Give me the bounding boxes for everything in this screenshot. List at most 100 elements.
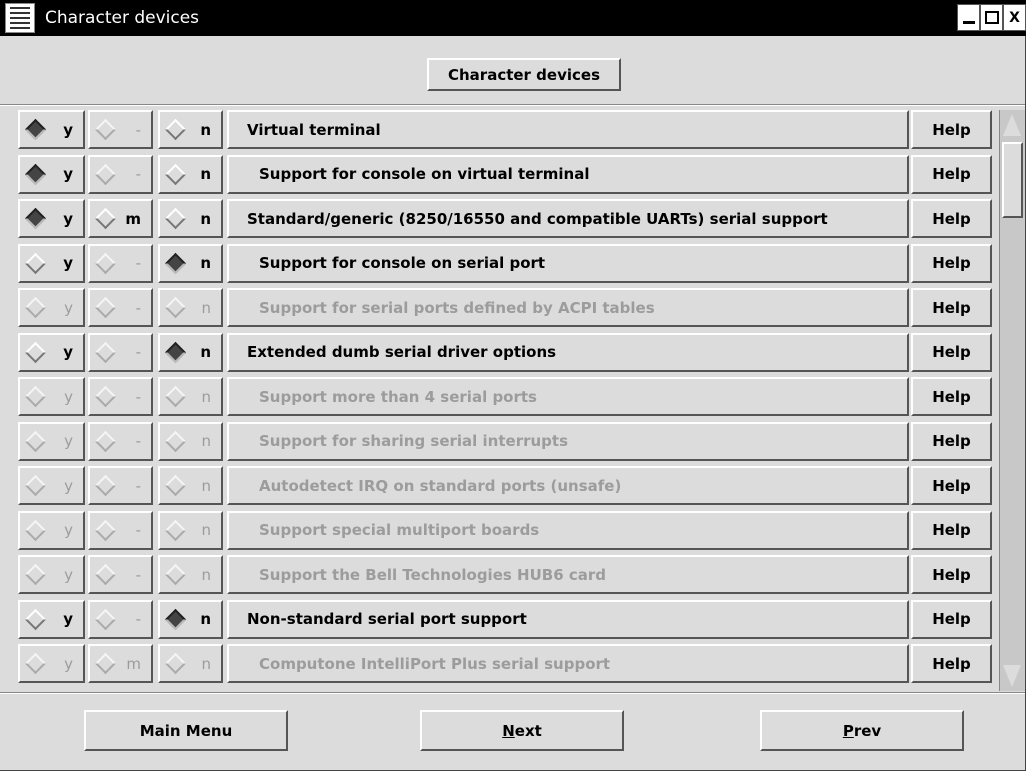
choice-m-content: -	[90, 519, 151, 541]
help-button[interactable]: Help	[911, 332, 992, 372]
help-button[interactable]: Help	[911, 421, 992, 461]
choice-y[interactable]: y	[18, 154, 85, 194]
choice-y[interactable]: y	[18, 599, 85, 639]
choice-m-letter: -	[135, 120, 141, 139]
choice-n[interactable]: n	[158, 599, 223, 639]
choice-m-letter: -	[135, 610, 141, 628]
scroll-down-arrow-icon[interactable]	[1003, 665, 1021, 687]
help-button[interactable]: Help	[911, 599, 992, 639]
radio-diamond-icon	[24, 430, 47, 452]
choice-n[interactable]: n	[158, 199, 223, 238]
radio-diamond-icon	[164, 519, 187, 541]
radio-diamond-icon	[94, 385, 117, 408]
window-controls: X	[957, 4, 1026, 31]
choice-y: y	[18, 555, 85, 594]
choice-n-letter: n	[200, 120, 211, 139]
radio-diamond-icon	[24, 296, 47, 319]
window-menu-icon[interactable]	[5, 3, 35, 33]
choice-m-letter: -	[135, 432, 141, 450]
prev-label-rest: rev	[853, 721, 882, 740]
help-button[interactable]: Help	[911, 466, 992, 505]
close-icon[interactable]: X	[1003, 4, 1026, 31]
option-row: y - n Support special multiport boards Help	[18, 510, 996, 556]
choice-m: -	[88, 510, 153, 550]
help-button[interactable]: Help	[911, 644, 992, 683]
choice-m: m	[88, 644, 153, 683]
choice-y-content: y	[20, 252, 83, 274]
choice-y: y	[18, 377, 85, 416]
choice-y[interactable]: y	[18, 243, 85, 283]
section-title-button[interactable]: Character devices	[427, 58, 621, 91]
next-button[interactable]: Next	[420, 710, 624, 751]
choice-n-content: n	[160, 252, 221, 274]
choice-y[interactable]: y	[18, 110, 85, 149]
choice-n-letter: n	[200, 165, 211, 183]
radio-diamond-icon	[164, 296, 187, 319]
radio-diamond-icon	[164, 474, 187, 497]
choice-n-content: n	[160, 296, 221, 319]
choice-y-content: y	[20, 385, 83, 408]
scroll-up-arrow-icon[interactable]	[1003, 114, 1021, 136]
choice-y-content: y	[20, 563, 83, 586]
choice-n-letter: n	[200, 209, 211, 228]
radio-diamond-icon	[24, 341, 47, 363]
radio-diamond-icon	[24, 385, 47, 408]
choice-y-letter: y	[63, 610, 73, 628]
option-label: Support the Bell Technologies HUB6 card	[227, 555, 909, 594]
radio-diamond-icon	[164, 385, 187, 408]
choice-y-content: y	[20, 163, 83, 185]
choice-y: y	[18, 510, 85, 550]
choice-y-letter: y	[64, 298, 73, 317]
choice-n[interactable]: n	[158, 332, 223, 372]
choice-n-letter: n	[201, 432, 211, 450]
choice-n[interactable]: n	[158, 110, 223, 149]
choice-y: y	[18, 466, 85, 505]
vertical-scrollbar[interactable]	[999, 110, 1026, 691]
next-mnemonic: N	[502, 721, 515, 740]
prev-button[interactable]: Prev	[760, 710, 964, 751]
radio-diamond-icon	[24, 519, 47, 541]
help-button[interactable]: Help	[911, 288, 992, 327]
radio-diamond-icon	[24, 474, 47, 497]
help-button[interactable]: Help	[911, 154, 992, 194]
help-button[interactable]: Help	[911, 199, 992, 238]
choice-m-content: m	[90, 652, 151, 675]
radio-diamond-icon	[94, 430, 117, 452]
radio-diamond-icon	[164, 163, 187, 185]
option-label: Autodetect IRQ on standard ports (unsafe…	[227, 466, 909, 505]
radio-diamond-icon	[164, 118, 187, 141]
option-label: Support for serial ports defined by ACPI…	[227, 288, 909, 327]
choice-m: -	[88, 377, 153, 416]
choice-y-letter: y	[64, 521, 73, 539]
radio-diamond-icon	[164, 652, 187, 675]
help-button[interactable]: Help	[911, 510, 992, 550]
choice-y[interactable]: y	[18, 199, 85, 238]
radio-diamond-icon	[94, 296, 117, 319]
choice-y-letter: y	[63, 209, 73, 228]
title-bar[interactable]: Character devices X	[0, 0, 1026, 36]
radio-diamond-icon	[94, 207, 117, 230]
help-button[interactable]: Help	[911, 377, 992, 416]
help-button[interactable]: Help	[911, 110, 992, 149]
choice-n-content: n	[160, 652, 221, 675]
choice-m[interactable]: m	[88, 199, 153, 238]
choice-n[interactable]: n	[158, 154, 223, 194]
radio-diamond-icon	[164, 341, 187, 363]
option-row: y - n Support for sharing serial interrupts…	[18, 421, 996, 467]
scroll-thumb[interactable]	[1002, 142, 1023, 218]
minimize-icon[interactable]	[957, 4, 980, 31]
choice-m-letter: m	[126, 654, 141, 673]
main-menu-button[interactable]: Main Menu	[84, 710, 288, 751]
choice-n-letter: n	[201, 654, 211, 673]
choice-y[interactable]: y	[18, 332, 85, 372]
choice-m: -	[88, 555, 153, 594]
radio-diamond-icon	[94, 118, 117, 141]
help-button[interactable]: Help	[911, 243, 992, 283]
choice-m-letter: -	[135, 165, 141, 183]
maximize-icon[interactable]	[980, 4, 1003, 31]
choice-m-letter: m	[125, 209, 141, 228]
choice-n[interactable]: n	[158, 243, 223, 283]
option-row: y - n Support the Bell Technologies HUB6 ca…	[18, 555, 996, 600]
choice-y: y	[18, 644, 85, 683]
help-button[interactable]: Help	[911, 555, 992, 594]
